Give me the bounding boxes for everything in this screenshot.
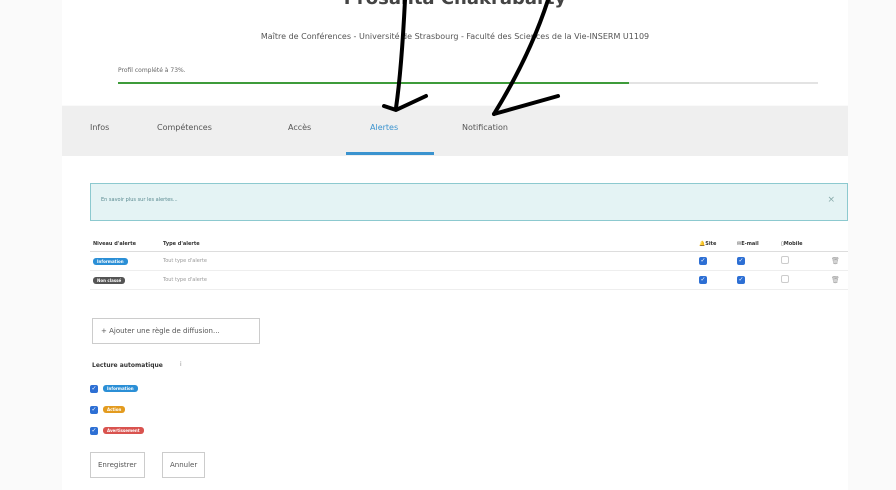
arrow-to-notification (492, 0, 550, 116)
hand-drawn-arrows (382, 0, 560, 116)
arrow-to-alertes (394, 0, 407, 110)
arrow-head-alertes (382, 94, 428, 112)
